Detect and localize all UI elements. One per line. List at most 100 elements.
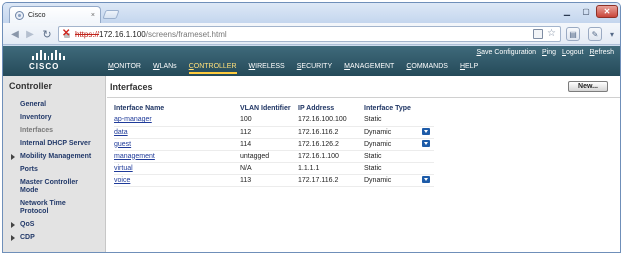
broken-lock-icon[interactable] (62, 28, 72, 39)
nav-commands[interactable]: COMMANDS (406, 63, 448, 74)
browser-tab[interactable]: Cisco × (9, 6, 101, 23)
refresh-link[interactable]: Refresh (589, 49, 614, 56)
type-cell: Static (364, 114, 422, 127)
extension-icon[interactable]: ▾ (606, 27, 618, 41)
main-nav: MONITOR WLANs CONTROLLER WIRELESS SECURI… (108, 63, 490, 74)
new-tab-button[interactable] (102, 10, 120, 19)
interface-name-link[interactable]: data (114, 126, 240, 139)
sidebar-item-interfaces[interactable]: Interfaces (3, 127, 105, 135)
vlan-cell: 100 (240, 114, 298, 127)
type-cell: Dynamic (364, 126, 422, 139)
nav-monitor[interactable]: MONITOR (108, 63, 141, 74)
back-arrow-icon[interactable]: ◀ (8, 27, 22, 41)
dropdown-arrow-icon[interactable] (422, 128, 430, 136)
header-interface-type: Interface Type (364, 105, 411, 112)
vlan-cell: 112 (240, 126, 298, 139)
sidebar-item-qos[interactable]: QoS (3, 221, 105, 229)
table-row: ap-manager 100 172.16.100.100 Static (114, 114, 434, 127)
url-scheme: https:// (75, 29, 100, 39)
ip-cell: 172.17.116.2 (298, 174, 364, 187)
vlan-cell: untagged (240, 150, 298, 163)
table-row: voice 113 172.17.116.2 Dynamic (114, 174, 434, 187)
vlan-cell: N/A (240, 162, 298, 175)
sidebar-item-inventory[interactable]: Inventory (3, 114, 105, 122)
ip-cell: 172.16.100.100 (298, 114, 364, 127)
cisco-header: CISCO Save Configuration Ping Logout Ref… (3, 46, 620, 76)
vlan-cell: 114 (240, 138, 298, 151)
sidebar-item-master-controller-mode[interactable]: Master Controller Mode (3, 179, 91, 195)
nav-controller[interactable]: CONTROLLER (188, 63, 237, 74)
minimize-button[interactable]: ▁ (558, 5, 576, 18)
url-path: /screens/frameset.html (145, 29, 227, 39)
nav-wlans[interactable]: WLANs (153, 63, 177, 74)
sidebar-item-ports[interactable]: Ports (3, 166, 105, 174)
tab-title: Cisco (28, 11, 46, 19)
dropdown-arrow-icon[interactable] (422, 140, 430, 148)
action-cell (422, 126, 434, 139)
interface-name-link[interactable]: virtual (114, 162, 240, 175)
main-content: Interfaces New... Interface Name VLAN Id… (107, 76, 620, 252)
forward-arrow-icon[interactable]: ▶ (23, 27, 37, 41)
vlan-cell: 113 (240, 174, 298, 187)
nav-management[interactable]: MANAGEMENT (344, 63, 394, 74)
header-interface-name: Interface Name (114, 105, 165, 112)
logout-link[interactable]: Logout (562, 49, 583, 56)
expand-arrow-icon (11, 235, 15, 241)
page-action-icon[interactable] (533, 29, 544, 39)
sidebar-item-cdp[interactable]: CDP (3, 234, 105, 242)
nav-help[interactable]: HELP (460, 63, 478, 74)
cisco-logo[interactable]: CISCO (29, 50, 66, 72)
ping-link[interactable]: Ping (542, 49, 556, 56)
nav-wireless[interactable]: WIRELESS (249, 63, 285, 74)
page-menu-icon[interactable]: ▤ (566, 27, 580, 41)
action-cell (422, 150, 434, 163)
page-title: Interfaces (110, 82, 153, 92)
nav-security[interactable]: SECURITY (297, 63, 332, 74)
dropdown-arrow-icon[interactable] (422, 176, 430, 184)
sidebar-title: Controller (9, 81, 53, 91)
sidebar-item-label: CDP (20, 234, 35, 241)
sidebar-item-network-time-protocol[interactable]: Network Time Protocol (3, 200, 85, 216)
table-row: guest 114 172.16.126.2 Dynamic (114, 138, 434, 151)
expand-arrow-icon (11, 222, 15, 228)
url-host: 172.16.1.100 (99, 29, 146, 39)
action-cell (422, 174, 434, 187)
address-bar[interactable]: https:// 172.16.1.100 /screens/frameset.… (58, 26, 561, 42)
interface-name-link[interactable]: guest (114, 138, 240, 151)
ip-cell: 1.1.1.1 (298, 162, 364, 175)
interface-name-link[interactable]: voice (114, 174, 240, 187)
type-cell: Dynamic (364, 174, 422, 187)
bookmark-star-icon[interactable]: ☆ (547, 29, 556, 39)
logo-text: CISCO (29, 62, 60, 71)
header-vlan-identifier: VLAN Identifier (240, 105, 291, 112)
ip-cell: 172.16.126.2 (298, 138, 364, 151)
header-actions (422, 103, 434, 114)
interface-name-link[interactable]: management (114, 150, 240, 163)
table-row: management untagged 172.16.1.100 Static (114, 150, 434, 163)
close-window-button[interactable]: ✕ (596, 5, 618, 18)
action-cell (422, 162, 434, 175)
browser-toolbar: ◀ ▶ ↻ https:// 172.16.1.100 /screens/fra… (3, 23, 620, 45)
sidebar-item-mobility-management[interactable]: Mobility Management (3, 153, 105, 161)
reload-icon[interactable]: ↻ (40, 27, 54, 41)
sidebar-item-internal-dhcp-server[interactable]: Internal DHCP Server (3, 140, 105, 148)
globe-icon (15, 10, 24, 20)
sidebar-item-general[interactable]: General (3, 101, 105, 109)
expand-arrow-icon (11, 154, 15, 160)
ip-cell: 172.16.1.100 (298, 150, 364, 163)
interface-name-link[interactable]: ap-manager (114, 114, 240, 127)
save-configuration-link[interactable]: Save Configuration (476, 49, 536, 56)
type-cell: Dynamic (364, 138, 422, 151)
sidebar: Controller General Inventory Interfaces … (3, 76, 106, 252)
interfaces-table: Interface Name VLAN Identifier IP Addres… (114, 103, 434, 187)
wrench-icon[interactable]: ✎ (588, 27, 602, 41)
title-divider (107, 97, 620, 98)
tab-close-icon[interactable]: × (91, 12, 95, 19)
action-cell (422, 138, 434, 151)
table-row: virtual N/A 1.1.1.1 Static (114, 162, 434, 175)
new-interface-button[interactable]: New... (568, 81, 608, 92)
table-row: data 112 172.16.116.2 Dynamic (114, 126, 434, 139)
maximize-button[interactable]: ▢ (577, 5, 595, 18)
sidebar-item-label: QoS (20, 221, 35, 228)
browser-titlebar: Cisco × ▁ ▢ ✕ (3, 3, 620, 23)
